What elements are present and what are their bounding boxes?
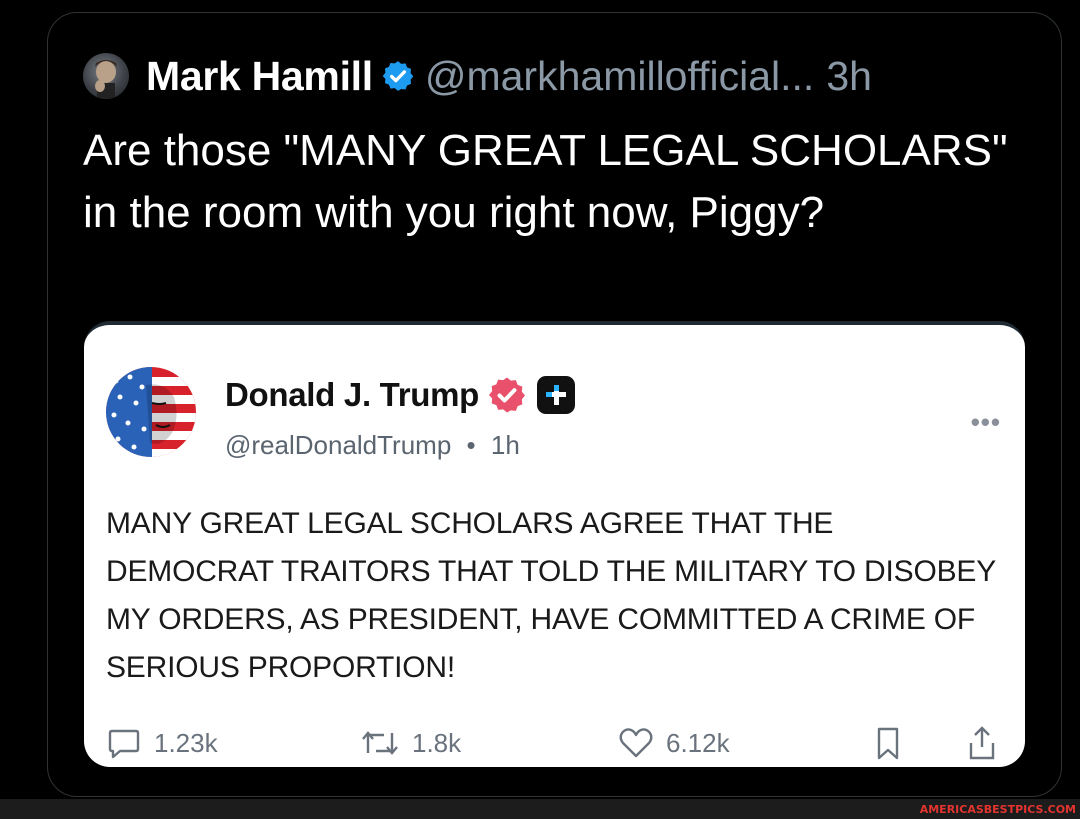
quoted-handle-row: @realDonaldTrump • 1h — [225, 430, 520, 461]
reply-button[interactable]: 1.23k — [106, 725, 218, 761]
like-button[interactable]: 6.12k — [618, 725, 730, 761]
bookmark-icon — [877, 727, 899, 760]
post-text: Are those "MANY GREAT LEGAL SCHOLARS" in… — [83, 126, 1008, 237]
repost-arrows-icon — [362, 731, 398, 755]
quoted-post-card[interactable]: Donald J. Trump @realDonaldTrump • 1h ••… — [84, 321, 1025, 767]
verified-check-icon — [489, 377, 526, 413]
like-count: 6.12k — [666, 727, 730, 758]
separator-dot: • — [466, 430, 476, 460]
post-timestamp[interactable]: 3h — [826, 53, 872, 100]
quoted-author-name[interactable]: Donald J. Trump — [225, 376, 479, 414]
page: Mark Hamill @markhamillofficial... 3h Ar… — [0, 0, 1080, 819]
watermark-bar: AMERICASBESTPICS.COM — [0, 799, 1080, 819]
verified-check-icon — [382, 61, 414, 91]
quoted-author-row: Donald J. Trump — [225, 375, 576, 415]
heart-icon — [619, 728, 653, 758]
author-name[interactable]: Mark Hamill — [146, 53, 373, 100]
quoted-author-avatar[interactable] — [106, 367, 196, 457]
more-options-icon[interactable]: ••• — [971, 407, 1001, 438]
repost-button[interactable]: 1.8k — [360, 725, 461, 761]
quoted-post-text: MANY GREAT LEGAL SCHOLARS AGREE THAT THE… — [106, 507, 996, 684]
bookmark-button[interactable] — [873, 725, 915, 761]
quoted-post-timestamp[interactable]: 1h — [491, 430, 520, 460]
share-icon — [969, 726, 995, 760]
author-avatar[interactable] — [83, 53, 129, 99]
quoted-author-handle[interactable]: @realDonaldTrump — [225, 430, 451, 460]
action-bar: 1.23k 1.8k 6.12k — [106, 725, 1006, 767]
plus-badge-icon — [537, 376, 576, 414]
post-card[interactable]: Mark Hamill @markhamillofficial... 3h Ar… — [47, 12, 1062, 797]
watermark-text: AMERICASBESTPICS.COM — [919, 803, 1076, 816]
author-handle[interactable]: @markhamillofficial... — [425, 53, 814, 100]
speech-bubble-icon — [108, 729, 140, 759]
reply-count: 1.23k — [154, 727, 218, 758]
share-button[interactable] — [966, 725, 1010, 761]
repost-count: 1.8k — [412, 727, 462, 758]
post-header: Mark Hamill @markhamillofficial... 3h — [83, 51, 872, 101]
